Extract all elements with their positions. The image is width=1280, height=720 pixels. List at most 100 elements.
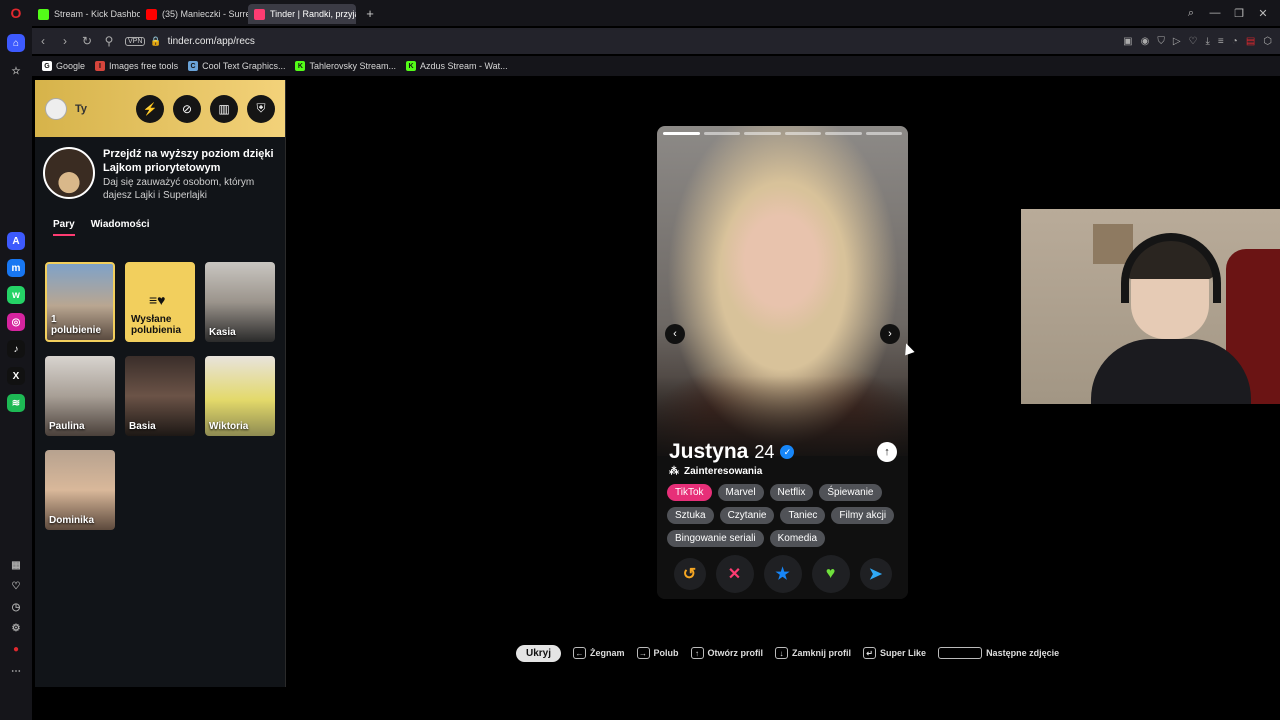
new-tab-button[interactable]: + [360,3,380,23]
shield-icon[interactable]: ⛉ [1157,36,1165,47]
shortcut-item: ↑ Otwórz profil [690,647,764,659]
minimize-icon[interactable]: — [1206,4,1224,22]
explore-icon[interactable]: ⊘ [173,94,201,123]
interest-chip: TikTok [667,484,712,501]
safety-shield-icon[interactable]: ⛨ [247,94,275,123]
next-photo-icon[interactable]: › [880,324,900,344]
opera-logo-icon[interactable]: O [0,0,32,26]
tab-messages[interactable]: Wiadomości [91,219,150,236]
boost-icon[interactable]: ⚡ [136,94,164,123]
photo-progress-segment [663,132,700,135]
home-icon[interactable]: ⌂ [7,34,25,52]
avatar[interactable] [45,97,67,120]
x-icon[interactable]: X [7,367,25,385]
download-icon[interactable]: ⤓ [1206,36,1210,47]
history-icon[interactable]: ◷ [7,598,25,616]
shortcut-label: Następne zdjęcie [986,648,1060,658]
settings-icon[interactable]: ⚙ [7,619,25,637]
bookmark-label: Images free tools [109,61,179,71]
profile-icon[interactable]: ◔ [1232,36,1238,47]
interest-chip: Śpiewanie [819,484,882,501]
ext-badge-icon[interactable]: ▤ [1246,36,1255,47]
ublock-icon[interactable]: ● [7,640,25,658]
back-icon[interactable]: ‹ [32,30,54,52]
url-field[interactable]: tinder.com/app/recs [168,36,255,47]
profile-card[interactable]: ‹ › Justyna 24 ✓ ↑ ⁂ Zainteresowania Tik… [657,126,908,599]
hide-shortcuts-button[interactable]: Ukryj [516,644,562,662]
verified-badge-icon: ✓ [780,445,795,459]
spotify-icon[interactable]: ≋ [7,394,25,412]
bookmark-item[interactable]: K Azdus Stream - Wat... [405,61,508,71]
aria-icon[interactable]: A [7,232,25,250]
match-tile[interactable]: Basia [125,356,195,436]
photo-progress-segment [703,132,740,135]
vpn-badge[interactable]: VPN [125,36,146,46]
photo-progress-segment [865,132,902,135]
photo-progress-segment [744,132,781,135]
maximize-icon[interactable]: ❐ [1230,4,1248,22]
star-icon[interactable]: ☆ [7,62,25,80]
sent-likes-tile[interactable]: ≡♥ Wysłane polubienia [125,262,195,342]
match-tile[interactable]: Paulina [45,356,115,436]
bookmark-favicon-icon: K [405,61,416,71]
player-icon[interactable]: ▷ [1173,36,1181,47]
bookmark-item[interactable]: I Images free tools [95,61,178,71]
reload-icon[interactable]: ↻ [76,30,98,52]
bookmark-favicon-icon: C [188,61,199,71]
priority-like-promo[interactable]: Przejdź na wyższy poziom dzięki Lajkom p… [35,137,285,207]
prev-photo-icon[interactable]: ‹ [665,324,685,344]
interest-chip: Filmy akcji [831,507,895,524]
search-tabs-icon[interactable]: ⌕ [1182,4,1200,22]
shortcut-label: Otwórz profil [707,648,764,658]
bookmark-item[interactable]: K Tahlerovsky Stream... [295,61,396,71]
forward-icon[interactable]: › [54,30,76,52]
cube-icon[interactable]: ⬡ [1263,36,1272,47]
super-like-button[interactable]: ★ [763,555,802,593]
interests-heading: ⁂ Zainteresowania [669,466,763,477]
messenger-icon[interactable]: m [7,259,25,277]
interest-chip: Czytanie [719,507,775,524]
boost-button[interactable]: ➤ [859,558,892,590]
likes-tile[interactable]: 1 polubienie [45,262,115,342]
tab-matches[interactable]: Pary [53,219,75,236]
shortcut-label: Polub [653,648,679,658]
instagram-icon[interactable]: ◎ [7,313,25,331]
camera-icon[interactable]: ◉ [1141,36,1150,47]
snapshot-icon[interactable]: ▣ [1123,36,1132,47]
bookmark-item[interactable]: C Cool Text Graphics... [188,61,285,71]
bookmark-favicon-icon: I [95,61,106,71]
photo-progress-segment [825,132,862,135]
tiktok-icon[interactable]: ♪ [7,340,25,358]
browser-tab[interactable]: (35) Manieczki - Surre [140,4,248,24]
like-button[interactable]: ♥ [811,555,850,593]
interests-list: TikTok Marvel Netflix Śpiewanie Sztuka Czytan… [667,484,902,547]
favorites-icon[interactable]: ♡ [7,577,25,595]
bookmark-item[interactable]: G Google [42,61,85,71]
location-icon[interactable]: ⚲ [98,30,120,52]
briefcase-icon[interactable]: ▥ [210,94,238,123]
shortcut-key-icon: ← [573,647,587,659]
shortcut-label: Żegnam [590,648,625,658]
browser-tab[interactable]: Stream - Kick Dashboard [32,4,140,24]
browser-tab[interactable]: Tinder | Randki, przyjaźń [248,4,356,24]
menu-icon[interactable]: ≡ [1218,36,1224,47]
more-icon[interactable]: ⋯ [7,662,25,680]
tile-label: Wysłane polubienia [131,314,181,336]
tile-label: Dominika [49,515,95,526]
match-tile[interactable]: Kasia [205,262,275,342]
shortcut-item: ↓ Zamknij profil [775,647,851,659]
match-tile[interactable]: Dominika [45,450,115,530]
shortcut-key-icon: ↓ [775,647,789,659]
nope-button[interactable]: ✕ [715,555,754,593]
match-tile[interactable]: Wiktoria [205,356,275,436]
close-window-icon[interactable]: ✕ [1254,4,1272,22]
extensions-icon[interactable]: ▦ [7,556,25,574]
rewind-button[interactable]: ↺ [673,558,706,590]
user-label[interactable]: Ty [75,103,87,115]
whatsapp-icon[interactable]: w [7,286,25,304]
open-profile-icon[interactable]: ↑ [877,442,897,462]
heart-icon[interactable]: ♡ [1189,36,1198,47]
tinder-sidebar: Ty ⚡ ⊘ ▥ ⛨ Przejdź na wyższy poziom dzię… [35,80,286,687]
profile-name: Justyna [669,440,749,463]
shortcut-label: Zamknij profil [792,648,852,658]
